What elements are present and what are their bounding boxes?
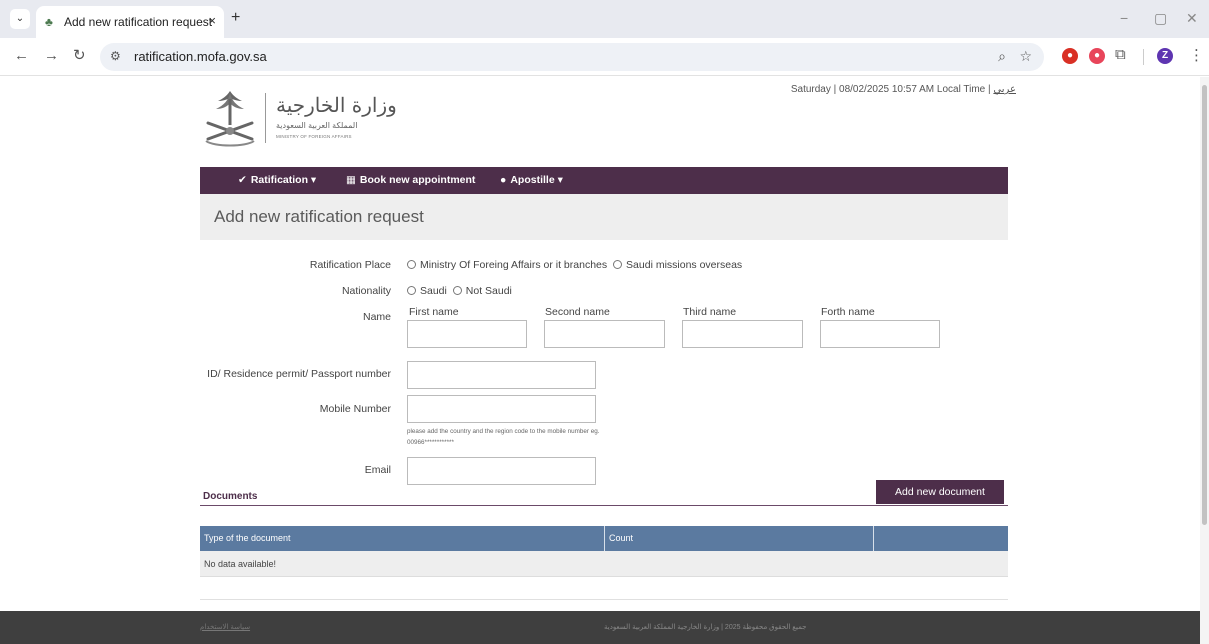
nationality-not-saudi-radio[interactable]: [452, 286, 462, 295]
address-bar[interactable]: ⚙ ratification.mofa.gov.sa ⌕ ☆: [100, 43, 1044, 71]
forward-arrow-icon[interactable]: →: [44, 48, 59, 64]
nav-apostille[interactable]: ● Apostille ▾: [500, 174, 563, 186]
page-title: Add new ratification request: [214, 207, 424, 226]
logo-arabic-country: المملكة العربية السعودية: [276, 121, 358, 130]
nav-ratification-label: Ratification: [250, 174, 308, 186]
datetime-text: Saturday | 08/02/2025 10:57 AM Local Tim…: [790, 84, 994, 95]
tab-close-icon[interactable]: ×: [208, 13, 216, 28]
new-tab-icon[interactable]: +: [231, 9, 240, 27]
third-name-label: Third name: [683, 306, 737, 318]
email-label: Email: [364, 464, 391, 476]
forth-name-input[interactable]: [820, 320, 940, 348]
minimize-icon[interactable]: −: [1120, 10, 1128, 26]
column-header-count[interactable]: Count: [609, 533, 633, 543]
table-row: No data available!: [200, 551, 1008, 577]
saudi-emblem-icon: [205, 91, 255, 147]
empty-table-message: No data available!: [204, 559, 277, 569]
mobile-input[interactable]: [407, 395, 596, 423]
table-header: Type of the document Count: [200, 526, 1008, 551]
zoom-icon[interactable]: ⌕: [998, 48, 1006, 65]
local-datetime: Saturday | 08/02/2025 10:57 AM Local Tim…: [791, 84, 1016, 95]
nav-apostille-label: Apostille: [510, 174, 555, 186]
main-navbar: ✔ Ratification ▾ ▦ Book new appointment ● A…: [200, 167, 1008, 194]
nav-book-appointment[interactable]: ▦ Book new appointment: [346, 174, 475, 186]
extensions-puzzle-icon[interactable]: ⧉: [1115, 47, 1126, 63]
place-missions-radio[interactable]: [613, 260, 623, 269]
browser-toolbar: ← → ↻ ⚙ ratification.mofa.gov.sa ⌕ ☆ ● ●…: [0, 38, 1209, 76]
profile-avatar[interactable]: Z: [1157, 48, 1173, 64]
restore-icon[interactable]: ▢: [1154, 10, 1167, 26]
calendar-icon: ▦: [346, 174, 356, 186]
language-switch-link[interactable]: عربي: [993, 84, 1016, 95]
nationality-saudi-radio[interactable]: [407, 286, 416, 295]
column-separator: [873, 526, 874, 551]
reload-icon[interactable]: ↻: [73, 48, 86, 64]
forth-name-label: Forth name: [821, 306, 875, 318]
logo-divider: [265, 93, 266, 143]
page-scrollbar[interactable]: [1200, 77, 1209, 644]
second-name-input[interactable]: [544, 320, 665, 348]
site-info-icon[interactable]: ⚙: [110, 49, 121, 63]
mobile-hint: please add the country and the region co…: [407, 428, 600, 446]
usage-policy-link[interactable]: سياسة الاستخدام: [200, 623, 250, 631]
nationality-radios: Saudi Not Saudi: [407, 285, 512, 297]
mofa-logo[interactable]: وزارة الخارجية المملكة العربية السعودية …: [200, 87, 397, 149]
documents-table: Type of the document Count No data avail…: [200, 526, 1008, 577]
back-arrow-icon[interactable]: ←: [14, 48, 29, 64]
logo-arabic-name: وزارة الخارجية: [276, 93, 397, 117]
caret-down-icon: ▾: [310, 174, 317, 186]
place-missions-label[interactable]: Saudi missions overseas: [626, 259, 742, 271]
mofa-favicon-icon: ♣: [45, 15, 53, 29]
extension-pink-icon[interactable]: ●: [1089, 48, 1105, 64]
caret-down-icon: ▾: [557, 174, 563, 186]
page-content: وزارة الخارجية المملكة العربية السعودية …: [0, 77, 1209, 644]
scrollbar-thumb[interactable]: [1202, 85, 1207, 525]
footer-copyright: جميع الحقوق محفوظة 2025 | وزارة الخارجية…: [604, 624, 807, 631]
content-divider: [200, 599, 1008, 600]
nationality-label: Nationality: [341, 285, 391, 297]
nav-ratification[interactable]: ✔ Ratification ▾: [238, 174, 316, 186]
ratification-place-radios: Ministry Of Foreing Affairs or it branch…: [407, 259, 742, 271]
logo-english-name: MINISTRY OF FOREIGN AFFAIRS: [276, 134, 352, 139]
toolbar-divider: [1143, 49, 1144, 65]
place-mofa-radio[interactable]: [407, 260, 416, 269]
first-name-label: First name: [409, 306, 459, 318]
extension-red-icon[interactable]: ●: [1062, 48, 1078, 64]
browser-tabstrip: ⌄ ♣ Add new ratification request × + − ▢…: [0, 0, 1209, 38]
window-close-icon[interactable]: ✕: [1186, 10, 1198, 26]
name-label: Name: [362, 311, 391, 323]
column-header-type[interactable]: Type of the document: [204, 533, 291, 543]
title-band: Add new ratification request: [200, 194, 1008, 240]
column-separator: [604, 526, 605, 551]
first-name-input[interactable]: [407, 320, 527, 348]
bookmark-star-icon[interactable]: ☆: [1019, 48, 1032, 65]
nationality-saudi-label[interactable]: Saudi: [420, 285, 447, 297]
browser-tab[interactable]: ♣ Add new ratification request ×: [36, 6, 224, 38]
nav-book-label: Book new appointment: [359, 174, 476, 186]
ratification-place-label: Ratification Place: [309, 259, 391, 271]
url-text[interactable]: ratification.mofa.gov.sa: [134, 49, 267, 64]
third-name-input[interactable]: [682, 320, 803, 348]
more-menu-icon[interactable]: ⋮: [1189, 48, 1204, 64]
place-mofa-label[interactable]: Ministry Of Foreing Affairs or it branch…: [420, 259, 607, 271]
tab-title: Add new ratification request: [64, 15, 213, 29]
globe-icon: ●: [500, 174, 507, 186]
tab-search-chevron-icon[interactable]: ⌄: [10, 9, 30, 29]
page-footer: سياسة الاستخدام جميع الحقوق محفوظة 2025 …: [0, 611, 1200, 644]
email-input[interactable]: [407, 457, 596, 485]
documents-title: Documents: [203, 491, 258, 502]
id-label: ID/ Residence permit/ Passport number: [207, 368, 391, 380]
second-name-label: Second name: [545, 306, 610, 318]
add-new-document-button[interactable]: Add new document: [876, 480, 1004, 504]
check-circle-icon: ✔: [238, 174, 247, 186]
documents-divider: [200, 505, 1008, 506]
id-input[interactable]: [407, 361, 596, 389]
mobile-label: Mobile Number: [319, 403, 391, 415]
nationality-not-saudi-label[interactable]: Not Saudi: [466, 285, 512, 297]
